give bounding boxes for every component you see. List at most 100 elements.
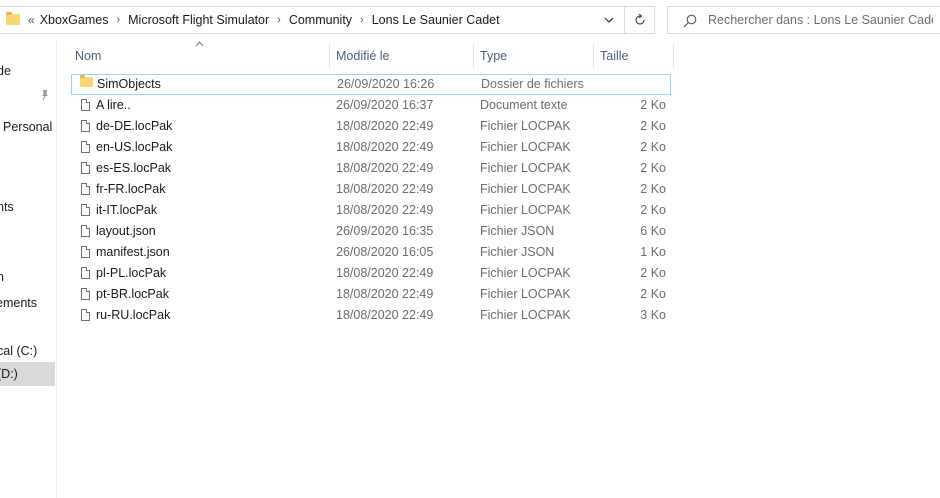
nav-item-quick-access[interactable]: de — [0, 64, 56, 78]
file-name: SimObjects — [97, 77, 161, 91]
file-type: Fichier JSON — [480, 224, 555, 238]
file-icon — [81, 204, 90, 216]
json-file-icon — [81, 246, 90, 258]
breadcrumb-separator[interactable]: › — [277, 14, 281, 26]
file-row[interactable]: A lire.. 26/09/2020 16:37 Document texte… — [71, 95, 671, 116]
file-modified: 18/08/2020 22:49 — [336, 161, 434, 175]
nav-item-local-disk-c[interactable]: cal (C:) — [0, 344, 56, 358]
file-row[interactable]: pl-PL.locPak 18/08/2020 22:49 Fichier LO… — [71, 263, 671, 284]
file-name: pt-BR.locPak — [96, 287, 169, 301]
file-icon — [81, 309, 90, 321]
nav-item-downloads[interactable]: n — [0, 270, 56, 284]
file-name: de-DE.locPak — [96, 119, 173, 133]
breadcrumb-separator[interactable]: › — [360, 14, 364, 26]
nav-item-documents[interactable]: nts — [0, 200, 56, 214]
breadcrumb-overflow-button[interactable]: « — [28, 13, 35, 27]
file-modified: 18/08/2020 22:49 — [336, 287, 434, 301]
file-modified: 18/08/2020 22:49 — [336, 203, 434, 217]
breadcrumb-item-current[interactable]: Lons Le Saunier Cadet — [372, 13, 500, 27]
file-name: es-ES.locPak — [96, 161, 172, 175]
file-size: 2 Ko — [640, 287, 666, 301]
file-icon — [81, 288, 90, 300]
json-file-icon — [81, 225, 90, 237]
file-name: A lire.. — [96, 98, 131, 112]
file-type: Fichier LOCPAK — [480, 266, 571, 280]
file-modified: 18/08/2020 22:49 — [336, 182, 434, 196]
file-size: 2 Ko — [640, 98, 666, 112]
file-type: Fichier LOCPAK — [480, 287, 571, 301]
column-divider[interactable] — [593, 44, 594, 68]
breadcrumb: « XboxGames › Microsoft Flight Simulator… — [28, 7, 500, 33]
file-modified: 18/08/2020 22:49 — [336, 266, 434, 280]
file-modified: 18/08/2020 22:49 — [336, 308, 434, 322]
nav-item-telechargements[interactable]: ements — [0, 296, 56, 310]
file-row[interactable]: fr-FR.locPak 18/08/2020 22:49 Fichier LO… — [71, 179, 671, 200]
file-icon — [81, 120, 90, 132]
refresh-button[interactable] — [624, 7, 655, 33]
column-header-size[interactable]: Taille — [600, 46, 629, 66]
file-icon — [81, 267, 90, 279]
file-list: SimObjects 26/09/2020 16:26 Dossier de f… — [71, 74, 671, 326]
file-type: Dossier de fichiers — [481, 77, 584, 91]
text-file-icon — [81, 99, 90, 111]
breadcrumb-separator[interactable]: › — [116, 14, 120, 26]
file-size: 1 Ko — [640, 245, 666, 259]
file-icon — [81, 141, 90, 153]
breadcrumb-item-xboxgames[interactable]: XboxGames — [40, 13, 109, 27]
breadcrumb-item-community[interactable]: Community — [289, 13, 352, 27]
file-row[interactable]: manifest.json 26/08/2020 16:05 Fichier J… — [71, 242, 671, 263]
file-icon — [81, 162, 90, 174]
file-type: Fichier LOCPAK — [480, 161, 571, 175]
column-divider[interactable] — [673, 44, 674, 68]
file-size: 2 Ko — [640, 140, 666, 154]
file-name: manifest.json — [96, 245, 170, 259]
file-name: layout.json — [96, 224, 156, 238]
file-row-simobjects[interactable]: SimObjects 26/09/2020 16:26 Dossier de f… — [71, 74, 671, 95]
file-size: 2 Ko — [640, 161, 666, 175]
file-modified: 18/08/2020 22:49 — [336, 119, 434, 133]
chevron-down-icon — [604, 17, 614, 23]
column-divider[interactable] — [473, 44, 474, 68]
file-icon — [81, 183, 90, 195]
refresh-icon — [635, 14, 645, 25]
navigation-pane: de Personal nts n ements cal (C:) (D:) — [0, 40, 57, 498]
file-type: Document texte — [480, 98, 568, 112]
column-header-type[interactable]: Type — [480, 46, 507, 66]
file-row[interactable]: layout.json 26/09/2020 16:35 Fichier JSO… — [71, 221, 671, 242]
folder-icon — [80, 75, 93, 87]
column-divider[interactable] — [329, 44, 330, 68]
column-header-modified[interactable]: Modifié le — [336, 46, 390, 66]
file-row[interactable]: it-IT.locPak 18/08/2020 22:49 Fichier LO… — [71, 200, 671, 221]
file-row[interactable]: ru-RU.locPak 18/08/2020 22:49 Fichier LO… — [71, 305, 671, 326]
file-name: fr-FR.locPak — [96, 182, 166, 196]
file-size — [612, 74, 667, 95]
file-type: Fichier JSON — [480, 245, 555, 259]
file-type: Fichier LOCPAK — [480, 182, 571, 196]
breadcrumb-item-flight-simulator[interactable]: Microsoft Flight Simulator — [128, 13, 269, 27]
file-row[interactable]: es-ES.locPak 18/08/2020 22:49 Fichier LO… — [71, 158, 671, 179]
file-row[interactable]: en-US.locPak 18/08/2020 22:49 Fichier LO… — [71, 137, 671, 158]
file-size: 6 Ko — [640, 224, 666, 238]
pin-icon[interactable] — [39, 89, 51, 101]
search-input[interactable] — [708, 11, 933, 29]
file-type: Fichier LOCPAK — [480, 203, 571, 217]
address-history-dropdown[interactable] — [595, 7, 623, 33]
nav-item-onedrive-personal[interactable]: Personal — [0, 120, 56, 134]
address-bar[interactable]: « XboxGames › Microsoft Flight Simulator… — [0, 6, 655, 34]
nav-item-drive-d[interactable]: (D:) — [0, 362, 55, 386]
file-size: 3 Ko — [640, 308, 666, 322]
file-name: it-IT.locPak — [96, 203, 158, 217]
file-type: Fichier LOCPAK — [480, 140, 571, 154]
file-name: pl-PL.locPak — [96, 266, 167, 280]
search-box[interactable] — [667, 6, 940, 34]
column-header-name[interactable]: Nom — [75, 46, 101, 66]
file-size: 2 Ko — [640, 182, 666, 196]
file-modified: 26/08/2020 16:05 — [336, 245, 434, 259]
file-size: 2 Ko — [640, 203, 666, 217]
file-row[interactable]: pt-BR.locPak 18/08/2020 22:49 Fichier LO… — [71, 284, 671, 305]
file-name: en-US.locPak — [96, 140, 173, 154]
file-type: Fichier LOCPAK — [480, 119, 571, 133]
file-modified: 26/09/2020 16:35 — [336, 224, 434, 238]
file-modified: 26/09/2020 16:26 — [337, 77, 435, 91]
file-row[interactable]: de-DE.locPak 18/08/2020 22:49 Fichier LO… — [71, 116, 671, 137]
